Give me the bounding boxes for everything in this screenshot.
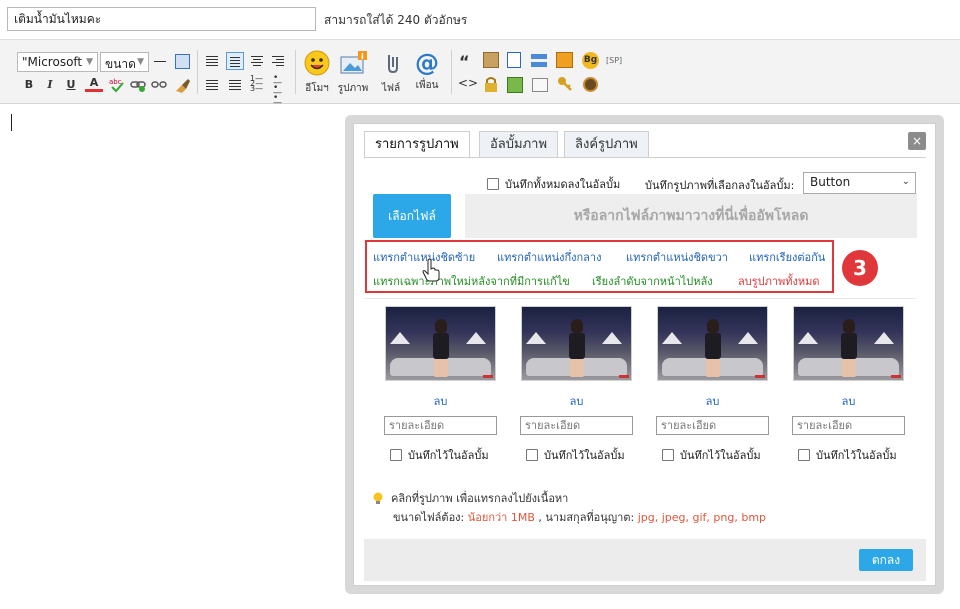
spellcheck-icon[interactable]: abc bbox=[109, 77, 125, 93]
uploaded-image-thumbnail[interactable] bbox=[793, 306, 904, 381]
svg-text:abc: abc bbox=[109, 78, 122, 86]
text-color-button[interactable]: A bbox=[85, 74, 103, 92]
smiley-dark-icon[interactable] bbox=[583, 77, 598, 92]
image-caption-input[interactable] bbox=[384, 416, 497, 435]
step-number-badge: 3 bbox=[842, 250, 878, 286]
file-size-rules: ขนาดไฟล์ต้อง: น้อยกว่า 1MB , นามสกุลที่อ… bbox=[393, 511, 767, 524]
checkbox[interactable] bbox=[526, 449, 538, 461]
drop-zone[interactable]: หรือลากไฟล์ภาพมาวางที่นี่เพื่ออัพโหลด bbox=[465, 194, 917, 238]
insert-right-link[interactable]: แทรกตำแหน่งชิดขวา bbox=[626, 248, 728, 266]
image-caption-input[interactable] bbox=[792, 416, 905, 435]
toolbar-separator bbox=[451, 50, 452, 94]
hand-pointer-icon bbox=[422, 258, 440, 282]
insert-center-link[interactable]: แทรกตำแหน่งกึ่งกลาง bbox=[497, 248, 601, 266]
delete-image-link[interactable]: ลบ bbox=[385, 392, 496, 410]
tab-photo-album[interactable]: อัลบั้มภาพ bbox=[479, 131, 559, 158]
title-input[interactable] bbox=[7, 7, 316, 31]
at-icon: @ bbox=[415, 49, 439, 77]
mention-friend-button[interactable]: @ เพื่อน bbox=[411, 50, 443, 93]
checkbox[interactable] bbox=[662, 449, 674, 461]
sort-front-to-back-link[interactable]: เรียงลำดับจากหน้าไปหลัง bbox=[592, 272, 713, 290]
chevron-down-icon: ⌄ bbox=[901, 176, 910, 187]
italic-button[interactable]: I bbox=[41, 76, 59, 94]
key-icon[interactable] bbox=[557, 76, 573, 92]
font-family-select[interactable]: "Microsoft ▼ bbox=[17, 52, 98, 72]
delete-image-link[interactable]: ลบ bbox=[521, 392, 632, 410]
page-break-icon[interactable] bbox=[530, 53, 548, 68]
download-icon[interactable] bbox=[507, 77, 523, 93]
image-caption-input[interactable] bbox=[520, 416, 633, 435]
indent-icon[interactable] bbox=[206, 78, 218, 92]
media-icon[interactable] bbox=[556, 52, 573, 68]
tab-image-link[interactable]: ลิงค์รูปภาพ bbox=[564, 131, 649, 158]
save-to-album-checkbox[interactable]: บันทึกไว้ในอัลบั้ม bbox=[526, 446, 625, 464]
delete-image-link[interactable]: ลบ bbox=[657, 392, 768, 410]
checkbox[interactable] bbox=[390, 449, 402, 461]
save-to-album-checkbox[interactable]: บันทึกไว้ในอัลบั้ม bbox=[662, 446, 761, 464]
ok-button[interactable]: ตกลง bbox=[859, 549, 913, 571]
save-to-album-checkbox[interactable]: บันทึกไว้ในอัลบั้ม bbox=[798, 446, 897, 464]
hide-content-icon[interactable] bbox=[483, 52, 499, 68]
text-cursor bbox=[11, 114, 12, 131]
title-char-limit-hint: สามารถใส่ได้ 240 ตัวอักษร bbox=[324, 13, 468, 27]
align-right-icon[interactable] bbox=[272, 54, 284, 68]
close-icon[interactable]: × bbox=[908, 132, 926, 150]
outdent-icon[interactable] bbox=[229, 78, 241, 92]
align-left-icon[interactable] bbox=[226, 52, 244, 70]
align-justify-icon[interactable] bbox=[206, 54, 218, 68]
save-to-album-checkbox[interactable]: บันทึกไว้ในอัลบั้ม bbox=[390, 446, 489, 464]
image-caption-input[interactable] bbox=[656, 416, 769, 435]
special-chars-button[interactable]: [SP] bbox=[606, 56, 622, 65]
chevron-down-icon: ▼ bbox=[137, 57, 144, 67]
checkbox[interactable] bbox=[798, 449, 810, 461]
background-color-icon[interactable]: Bg bbox=[582, 52, 599, 69]
uploaded-image-thumbnail[interactable] bbox=[521, 306, 632, 381]
ordered-list-icon[interactable]: 1— 2— 3— bbox=[250, 75, 264, 93]
quote-icon[interactable]: “ bbox=[459, 52, 470, 71]
unordered-list-icon[interactable]: •— •— •— bbox=[273, 74, 287, 108]
tab-divider bbox=[364, 157, 926, 158]
lock-icon[interactable] bbox=[484, 76, 498, 92]
code-icon[interactable]: <> bbox=[458, 76, 478, 90]
delete-image-link[interactable]: ลบ bbox=[793, 392, 904, 410]
save-selected-label: บันทึกรูปภาพที่เลือกลงในอัลบั้ม: bbox=[645, 179, 795, 192]
clear-format-icon[interactable] bbox=[173, 76, 191, 94]
horizontal-rule-icon[interactable] bbox=[154, 61, 166, 62]
chevron-down-icon: ▼ bbox=[86, 57, 93, 67]
lightbulb-icon bbox=[373, 492, 383, 504]
insert-sequential-link[interactable]: แทรกเรียงต่อกัน bbox=[749, 248, 825, 266]
save-all-to-album-checkbox[interactable]: บันทึกทั้งหมดลงในอัลบั้ม bbox=[487, 175, 620, 193]
editor-toolbar: "Microsoft ▼ ขนาด ▼ B I U A abc 1— 2— 3— •… bbox=[0, 40, 960, 108]
insert-image-button[interactable]: i รูปภาพ bbox=[336, 50, 370, 96]
album-select[interactable]: Button ⌄ bbox=[803, 172, 916, 194]
image-icon: i bbox=[340, 51, 367, 74]
table-icon[interactable] bbox=[175, 54, 190, 69]
insert-file-button[interactable]: ไฟล์ bbox=[377, 50, 405, 96]
unlink-icon[interactable] bbox=[151, 78, 167, 92]
emoticon-button[interactable]: อีโมฯ bbox=[302, 50, 332, 96]
toolbar-separator bbox=[295, 50, 296, 94]
uploaded-image-thumbnail[interactable] bbox=[657, 306, 768, 381]
choose-file-button[interactable]: เลือกไฟล์ bbox=[373, 194, 451, 238]
section-divider bbox=[364, 298, 916, 299]
bold-button[interactable]: B bbox=[20, 76, 38, 94]
file-icon bbox=[388, 55, 398, 74]
dialog-footer bbox=[364, 539, 926, 581]
emoji-icon bbox=[304, 50, 330, 76]
font-size-select[interactable]: ขนาด ▼ bbox=[100, 52, 149, 72]
underline-button[interactable]: U bbox=[62, 76, 80, 94]
tab-image-list[interactable]: รายการรูปภาพ bbox=[364, 131, 470, 159]
toolbar-separator bbox=[197, 50, 198, 94]
template-icon[interactable] bbox=[532, 78, 548, 92]
delete-all-images-link[interactable]: ลบรูปภาพทั้งหมด bbox=[738, 272, 820, 290]
link-icon[interactable] bbox=[130, 78, 146, 92]
svg-text:i: i bbox=[361, 52, 364, 61]
checkbox[interactable] bbox=[487, 178, 499, 190]
click-image-hint: คลิกที่รูปภาพ เพื่อแทรกลงไปยังเนื้อหา bbox=[373, 489, 568, 507]
uploaded-image-thumbnail[interactable] bbox=[385, 306, 496, 381]
insert-new-only-link[interactable]: แทรกเฉพาะภาพใหม่หลังจากที่มีการแก้ไข bbox=[373, 272, 570, 290]
document-icon[interactable] bbox=[507, 52, 521, 68]
align-center-icon[interactable] bbox=[251, 54, 263, 68]
